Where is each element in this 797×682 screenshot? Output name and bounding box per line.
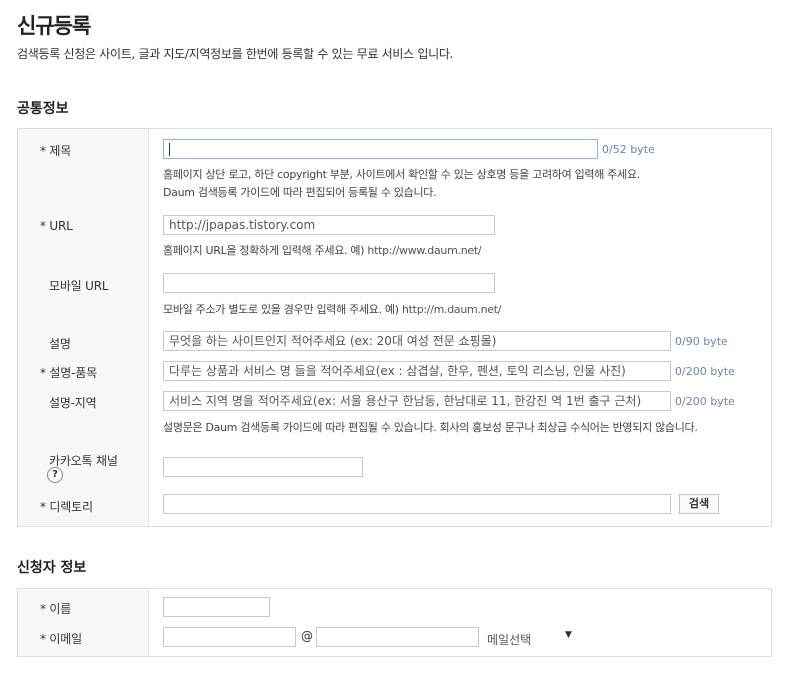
directory-label: 디렉토리 <box>40 498 93 515</box>
email-label: 이메일 <box>40 630 82 647</box>
text-caret <box>169 143 170 156</box>
url-help: 홈페이지 URL을 정확하게 입력해 주세요. 예) http://www.da… <box>163 244 482 257</box>
url-input[interactable]: http://jpapas.tistory.com <box>163 215 495 235</box>
description-region-label: 설명-지역 <box>49 396 97 410</box>
email-domain-select-label: 메일선택 <box>487 633 532 647</box>
page-title: 신규등록 <box>17 14 91 38</box>
name-label: 이름 <box>40 600 71 617</box>
description-help: 설명문은 Daum 검색등록 가이드에 따라 편집될 수 있습니다. 회사의 홍… <box>163 421 698 434</box>
description-byte-counter: 0/90 byte <box>675 335 728 348</box>
url-label: URL <box>40 219 72 233</box>
email-domain-select[interactable]: 메일선택 ▼ <box>487 629 577 647</box>
mobile-url-help-example: http://m.daum.net/ <box>402 303 502 316</box>
chevron-down-icon: ▼ <box>565 630 572 640</box>
applicant-section-title: 신청자 정보 <box>17 560 87 576</box>
description-label: 설명 <box>49 337 71 351</box>
title-label: 제목 <box>40 142 71 159</box>
title-byte-counter: 0/52 byte <box>602 143 655 156</box>
description-items-byte-counter: 0/200 byte <box>675 365 735 378</box>
description-items-label: 설명-품목 <box>40 364 97 381</box>
description-region-byte-counter: 0/200 byte <box>675 395 735 408</box>
email-local-input[interactable] <box>163 627 296 647</box>
kakao-channel-label: 카카오톡 채널 <box>49 454 118 468</box>
email-at-symbol: @ <box>301 629 313 643</box>
page-description: 검색등록 신청은 사이트, 글과 지도/지역정보를 한번에 등록할 수 있는 무… <box>17 47 454 61</box>
help-question-icon[interactable]: ? <box>47 467 63 483</box>
email-domain-input[interactable] <box>316 627 479 647</box>
url-help-example: http://www.daum.net/ <box>367 244 482 257</box>
description-items-input[interactable]: 다루는 상품과 서비스 명 들을 적어주세요(ex : 삼겹살, 한우, 펜션,… <box>163 361 671 381</box>
title-help-line-1: 홈페이지 상단 로고, 하단 copyright 부분, 사이트에서 확인할 수… <box>163 168 640 181</box>
mobile-url-input[interactable] <box>163 273 495 293</box>
directory-input[interactable] <box>163 494 671 514</box>
title-help-line-2: Daum 검색등록 가이드에 따라 편집되어 등록될 수 있습니다. <box>163 186 437 199</box>
mobile-url-label: 모바일 URL <box>49 279 109 293</box>
mobile-url-help: 모바일 주소가 별도로 있을 경우만 입력해 주세요. 예) http://m.… <box>163 303 502 316</box>
directory-search-button[interactable]: 검색 <box>679 494 719 514</box>
description-input[interactable]: 무엇을 하는 사이트인지 적어주세요 (ex: 20대 여성 전문 쇼핑몰) <box>163 331 671 351</box>
description-region-input[interactable]: 서비스 지역 명을 적어주세요(ex: 서울 용산구 한남동, 한남대로 11,… <box>163 391 671 411</box>
common-section-title: 공통정보 <box>17 101 69 117</box>
title-input[interactable] <box>163 139 598 159</box>
kakao-channel-input[interactable] <box>163 457 363 477</box>
label-column <box>18 589 149 656</box>
name-input[interactable] <box>163 597 270 617</box>
